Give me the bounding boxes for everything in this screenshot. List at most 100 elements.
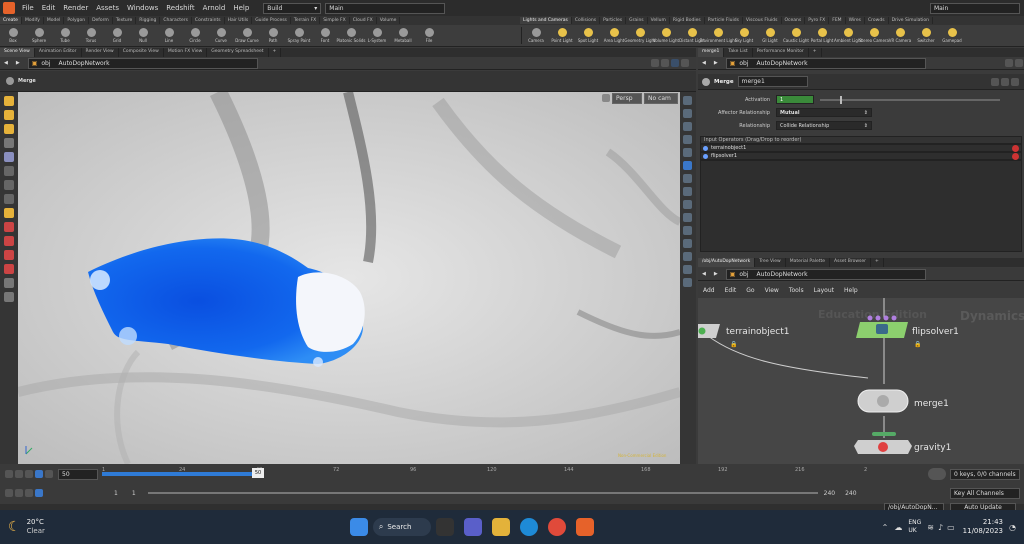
tab-take-list[interactable]: Take List (724, 48, 753, 57)
tab-material-palette[interactable]: Material Palette (786, 258, 831, 267)
tab-composite-view[interactable]: Composite View (119, 48, 164, 57)
tab-asset-browser[interactable]: Asset Browser (830, 258, 871, 267)
network-editor[interactable]: Education Edition Dynamics terrainobject… (698, 298, 1024, 464)
tool-portal-light[interactable]: Portal Light (809, 28, 835, 43)
tab-geometry-spreadsheet[interactable]: Geometry Spreadsheet (207, 48, 269, 57)
activation-field[interactable]: 1 (776, 95, 814, 104)
volume-icon[interactable]: ♪ (938, 523, 943, 532)
menu-help[interactable]: Help (229, 4, 253, 12)
pose-tool-icon[interactable] (4, 180, 14, 190)
display-normals-icon[interactable] (683, 148, 692, 157)
tool-gi-light[interactable]: GI Light (757, 28, 783, 43)
tool-sky-light[interactable]: Sky Light (731, 28, 757, 43)
network-menu-add[interactable]: Add (698, 287, 720, 294)
gear-icon[interactable] (991, 77, 999, 86)
key-all-dropdown[interactable]: Key All Channels (950, 487, 1020, 499)
shelf-tab-particle-fluids[interactable]: Particle Fluids (705, 17, 743, 24)
shelf-tab-oceans[interactable]: Oceans (782, 17, 806, 24)
lock-camera-icon[interactable] (602, 94, 610, 102)
camera-dropdown[interactable]: No cam (644, 93, 678, 104)
brush-tool-icon[interactable] (4, 208, 14, 218)
add-tab-icon[interactable]: + (269, 48, 282, 57)
tab-motion-fx-view[interactable]: Motion FX View (164, 48, 208, 57)
network-menu-edit[interactable]: Edit (720, 287, 742, 294)
desktop-build-dropdown[interactable]: Build ▾ (263, 2, 322, 14)
add-tab-icon[interactable]: + (871, 258, 884, 267)
tool-geometry-light[interactable]: Geometry Light (624, 28, 656, 43)
shelf-tab-wires[interactable]: Wires (846, 17, 866, 24)
play-back-icon[interactable] (15, 470, 23, 478)
display-grid-icon[interactable] (683, 213, 692, 222)
shelf-tab-particles[interactable]: Particles (600, 17, 627, 24)
forward-icon[interactable]: ▶ (710, 271, 722, 277)
network-menu-tools[interactable]: Tools (784, 287, 809, 294)
first-frame-icon[interactable] (5, 470, 13, 478)
back-icon[interactable]: ◀ (698, 271, 710, 277)
display-lights-icon[interactable] (683, 161, 692, 170)
tool-l-system[interactable]: L-System (364, 28, 390, 43)
remove-icon[interactable] (1012, 144, 1019, 152)
chrome-icon[interactable] (547, 518, 566, 536)
tool-circle[interactable]: Circle (182, 28, 208, 43)
tab-scene-view[interactable]: Scene View (0, 48, 35, 57)
tool-line[interactable]: Line (156, 28, 182, 43)
houdini-app-icon[interactable] (575, 518, 594, 536)
tool-null[interactable]: Null (130, 28, 156, 43)
task-view-icon[interactable] (435, 518, 454, 536)
search-button[interactable]: ⌕ Search (372, 518, 431, 536)
gravity1-node[interactable]: gravity1 (854, 432, 951, 454)
shelf-tab-simple-fx[interactable]: Simple FX (320, 17, 350, 24)
edge-icon[interactable] (519, 518, 538, 536)
menu-assets[interactable]: Assets (92, 4, 123, 12)
tab-animation-editor[interactable]: Animation Editor (35, 48, 82, 57)
notification-icon[interactable]: ◔ (1009, 523, 1016, 532)
tab-performance-monitor[interactable]: Performance Monitor (753, 48, 809, 57)
frame-field[interactable]: 50 (58, 468, 98, 480)
range-icon[interactable] (5, 489, 13, 497)
shelf-tab-rigging[interactable]: Rigging (136, 17, 161, 24)
range-end-2[interactable]: 240 (845, 490, 856, 497)
wifi-icon[interactable]: ≋ (927, 523, 934, 532)
help-icon[interactable] (671, 59, 679, 67)
tool-box[interactable]: Box (0, 28, 26, 43)
shelf-tab-model[interactable]: Model (44, 17, 65, 24)
stop-icon[interactable] (25, 470, 33, 478)
current-frame-marker[interactable]: 50 (252, 468, 264, 478)
weather-widget[interactable]: ☾ 20°C Clear (8, 518, 45, 536)
shelf-tab-rigid-bodies[interactable]: Rigid Bodies (670, 17, 705, 24)
tool-file[interactable]: File (416, 28, 442, 43)
network-menu-help[interactable]: Help (839, 287, 863, 294)
tool-caustic-light[interactable]: Caustic Light (783, 28, 809, 43)
tool-curve[interactable]: Curve (208, 28, 234, 43)
tool-tube[interactable]: Tube (52, 28, 78, 43)
tool-vr-camera[interactable]: VR Camera (887, 28, 913, 43)
shelf-tab-cloud-fx[interactable]: Cloud FX (350, 17, 377, 24)
input-operator-item[interactable]: terrainobject1 (700, 144, 1022, 152)
back-icon[interactable]: ◀ (0, 60, 12, 66)
render-region-icon[interactable] (4, 292, 14, 302)
pin-icon[interactable] (1005, 59, 1013, 67)
tab-tree-view[interactable]: Tree View (755, 258, 786, 267)
last-frame-icon[interactable] (45, 470, 53, 478)
network-path-field[interactable]: ▣ obj AutoDopNetwork (725, 268, 926, 280)
display-template-icon[interactable] (683, 239, 692, 248)
main-dropdown[interactable]: Main (325, 2, 446, 14)
audio-icon[interactable] (928, 468, 946, 480)
cloud-icon[interactable]: ☁ (894, 523, 902, 532)
remove-icon[interactable] (1012, 152, 1019, 160)
menu-file[interactable]: File (18, 4, 38, 12)
tool-environment-light[interactable]: Environment Light (700, 28, 736, 43)
tool-point-light[interactable]: Point Light (549, 28, 575, 43)
shelf-tab-grains[interactable]: Grains (626, 17, 648, 24)
right-main-dropdown[interactable]: Main (930, 2, 1020, 14)
display-bg-icon[interactable] (683, 174, 692, 183)
network-menu-go[interactable]: Go (741, 287, 759, 294)
snap-prim-icon[interactable] (4, 250, 14, 260)
shelf-tab-deform[interactable]: Deform (89, 17, 113, 24)
range-slider[interactable] (147, 492, 818, 494)
tool-ambient-light[interactable]: Ambient Light (834, 28, 862, 43)
affector-dropdown[interactable]: Mutual ⇕ (776, 108, 872, 117)
network-menu-layout[interactable]: Layout (809, 287, 839, 294)
gear-icon[interactable] (681, 59, 689, 67)
shelf-tab-guide-process[interactable]: Guide Process (252, 17, 291, 24)
